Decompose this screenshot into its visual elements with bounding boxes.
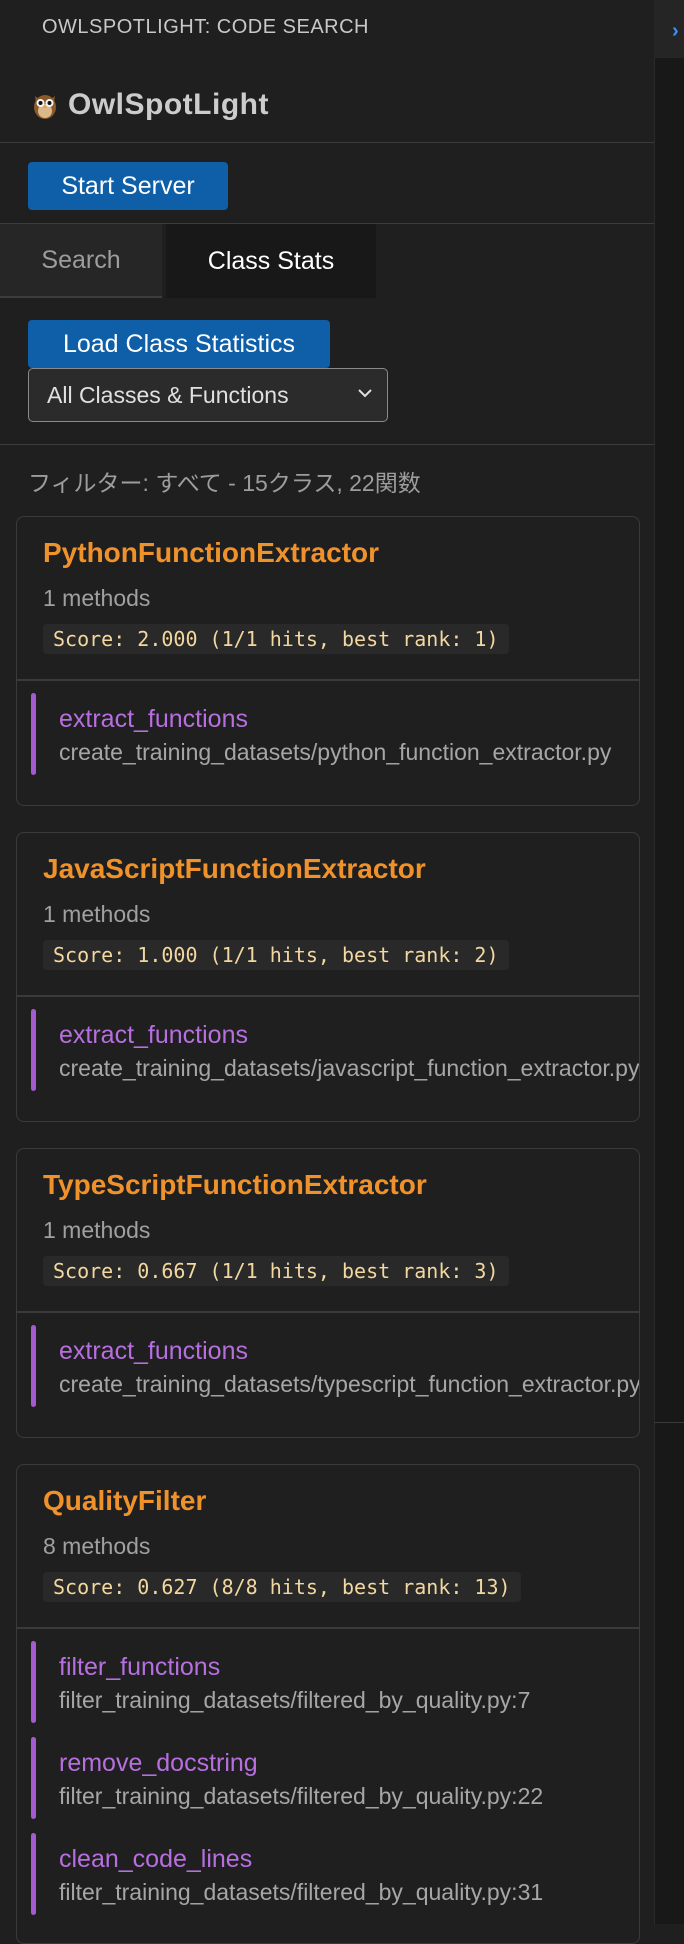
method-path: create_training_datasets/javascript_func… [59, 1055, 640, 1081]
class-filter-selected: All Classes & Functions [47, 381, 289, 408]
class-card: QualityFilter 8 methods Score: 0.627 (8/… [16, 1464, 640, 1944]
divider [17, 995, 639, 997]
tab-search[interactable]: Search [0, 224, 162, 298]
owlspotlight-panel: OWLSPOTLIGHT: CODE SEARCH OwlSpotLight S… [0, 0, 654, 1944]
divider [17, 1311, 639, 1313]
start-server-button[interactable]: Start Server [28, 162, 228, 210]
method-path: create_training_datasets/python_function… [59, 739, 612, 765]
method-path: filter_training_datasets/filtered_by_qua… [59, 1687, 531, 1713]
method-item[interactable]: clean_code_lines filter_training_dataset… [31, 1833, 639, 1915]
method-name: extract_functions [59, 1337, 248, 1365]
method-item[interactable]: remove_docstring filter_training_dataset… [31, 1737, 639, 1819]
class-filter-select[interactable]: All Classes & Functions [28, 368, 388, 422]
editor-tab-stub[interactable] [654, 0, 684, 58]
divider [654, 1422, 684, 1423]
method-name: remove_docstring [59, 1749, 258, 1777]
chevron-down-icon [358, 389, 372, 398]
method-count: 1 methods [43, 585, 151, 611]
method-name: filter_functions [59, 1653, 221, 1681]
method-count: 1 methods [43, 1217, 151, 1243]
method-name: extract_functions [59, 705, 248, 733]
method-accent-bar [31, 1009, 36, 1091]
method-accent-bar [31, 693, 36, 775]
divider [17, 679, 639, 681]
divider [0, 444, 654, 445]
method-item[interactable]: extract_functions create_training_datase… [31, 1325, 640, 1407]
method-path: filter_training_datasets/filtered_by_qua… [59, 1783, 544, 1809]
method-accent-bar [31, 1737, 36, 1819]
load-class-statistics-button[interactable]: Load Class Statistics [28, 320, 330, 368]
class-name[interactable]: QualityFilter [43, 1485, 206, 1517]
method-path: filter_training_datasets/filtered_by_qua… [59, 1879, 544, 1905]
method-count: 8 methods [43, 1533, 151, 1559]
class-name[interactable]: TypeScriptFunctionExtractor [43, 1169, 427, 1201]
method-item[interactable]: extract_functions create_training_datase… [31, 1009, 640, 1091]
method-path: create_training_datasets/typescript_func… [59, 1371, 640, 1397]
method-accent-bar [31, 1833, 36, 1915]
method-count: 1 methods [43, 901, 151, 927]
class-card: PythonFunctionExtractor 1 methods Score:… [16, 516, 640, 806]
method-name: clean_code_lines [59, 1845, 253, 1873]
brand-title: OwlSpotLight [68, 88, 269, 121]
tab-bar: Search Class Stats [0, 224, 654, 298]
method-name: extract_functions [59, 1021, 248, 1049]
method-item[interactable]: filter_functions filter_training_dataset… [31, 1641, 639, 1723]
method-accent-bar [31, 1325, 36, 1407]
view-title: OWLSPOTLIGHT: CODE SEARCH [42, 16, 369, 38]
brand-header: OwlSpotLight [32, 88, 269, 122]
editor-gutter [654, 0, 684, 1924]
filter-summary: フィルター: すべて - 15クラス, 22関数 [28, 470, 421, 496]
method-accent-bar [31, 1641, 36, 1723]
divider [17, 1627, 639, 1629]
score-badge: Score: 0.627 (8/8 hits, best rank: 13) [43, 1572, 521, 1602]
score-badge: Score: 2.000 (1/1 hits, best rank: 1) [43, 624, 509, 654]
class-name[interactable]: PythonFunctionExtractor [43, 537, 379, 569]
tab-class-stats[interactable]: Class Stats [166, 224, 376, 298]
chevron-right-icon[interactable]: › [672, 20, 679, 43]
class-name[interactable]: JavaScriptFunctionExtractor [43, 853, 426, 885]
owl-icon [34, 95, 56, 119]
score-badge: Score: 1.000 (1/1 hits, best rank: 2) [43, 940, 509, 970]
class-card: JavaScriptFunctionExtractor 1 methods Sc… [16, 832, 640, 1122]
class-card: TypeScriptFunctionExtractor 1 methods Sc… [16, 1148, 640, 1438]
divider [0, 142, 654, 143]
method-item[interactable]: extract_functions create_training_datase… [31, 693, 639, 775]
score-badge: Score: 0.667 (1/1 hits, best rank: 3) [43, 1256, 509, 1286]
